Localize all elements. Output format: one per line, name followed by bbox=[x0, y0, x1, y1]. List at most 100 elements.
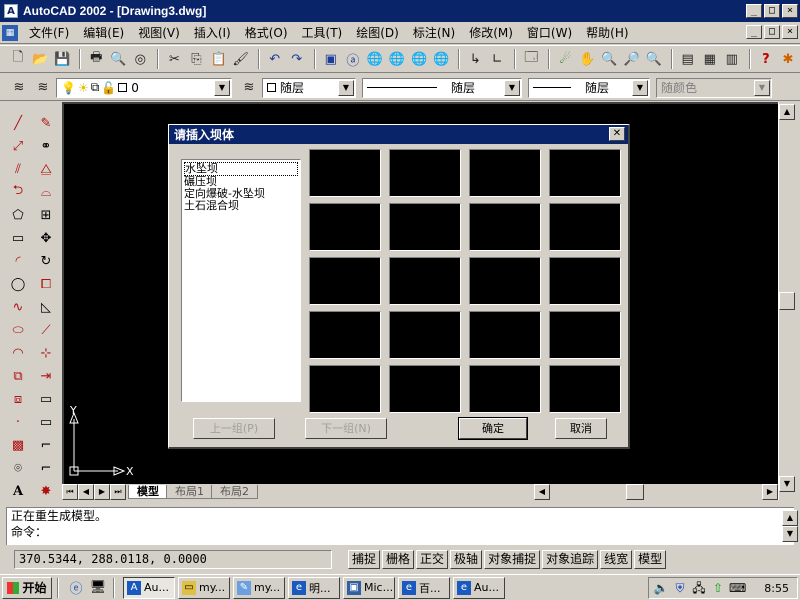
preview-cell[interactable] bbox=[469, 311, 541, 359]
preview-cell[interactable] bbox=[389, 203, 461, 251]
print-icon[interactable]: 🖶 bbox=[86, 48, 106, 70]
insert-block-icon[interactable]: ⧉ bbox=[6, 365, 30, 387]
globe-link-icon[interactable]: 🌐 bbox=[365, 48, 385, 70]
globe-search-icon[interactable]: 🌐 bbox=[387, 48, 407, 70]
menu-insert[interactable]: 插入(I) bbox=[187, 24, 238, 41]
preview-cell[interactable] bbox=[549, 203, 621, 251]
scroll-up-arrow-icon[interactable]: ▲ bbox=[779, 104, 795, 120]
task-autocad[interactable]: A Au... bbox=[123, 576, 175, 599]
make-block-icon[interactable]: ⧈ bbox=[6, 388, 30, 410]
rotate-icon[interactable]: ↻ bbox=[34, 250, 58, 272]
ucs-icon[interactable]: ↳ bbox=[465, 48, 485, 70]
circle-icon[interactable]: ◯ bbox=[6, 273, 30, 295]
layer-combo[interactable]: 💡 ☀ ⧉ 🔓 0 ▼ bbox=[56, 77, 232, 98]
express-tool-icon[interactable]: ✱ bbox=[778, 48, 798, 70]
doc-restore-button[interactable]: □ bbox=[764, 25, 780, 39]
preview-cell[interactable] bbox=[469, 365, 541, 413]
polar-toggle[interactable]: 极轴 bbox=[450, 549, 483, 569]
explode-icon[interactable]: ✸ bbox=[34, 480, 58, 502]
scroll-up-arrow-icon[interactable]: ▲ bbox=[782, 510, 798, 526]
menu-dimension[interactable]: 标注(N) bbox=[406, 24, 462, 41]
globe-point-icon[interactable]: 🌐 bbox=[409, 48, 429, 70]
multiline-icon[interactable]: ⫽ bbox=[6, 158, 30, 180]
preview-cell[interactable] bbox=[549, 149, 621, 197]
publish-icon[interactable]: ◎ bbox=[130, 48, 150, 70]
orbit-icon[interactable]: ☄ bbox=[555, 48, 575, 70]
angle-icon[interactable]: ∟ bbox=[487, 48, 507, 70]
polyline-icon[interactable]: ⮌ bbox=[6, 181, 30, 203]
save-icon[interactable]: 💾 bbox=[52, 48, 72, 70]
print-preview-icon[interactable]: 🔍 bbox=[108, 48, 128, 70]
tool-palette-icon[interactable]: ▥ bbox=[722, 48, 742, 70]
named-views-icon[interactable]: 🗔 bbox=[521, 48, 541, 70]
pan-icon[interactable]: ✋ bbox=[577, 48, 597, 70]
extend-icon[interactable]: ⇥ bbox=[34, 365, 58, 387]
network-icon[interactable]: 🖧 bbox=[691, 580, 707, 596]
ellipse-icon[interactable]: ⬭ bbox=[6, 319, 30, 341]
properties-icon[interactable]: ▤ bbox=[678, 48, 698, 70]
layer-manager-icon[interactable]: ≋ bbox=[8, 77, 30, 99]
dialog-close-icon[interactable]: ✕ bbox=[609, 127, 625, 141]
match-properties-icon[interactable]: 🖌 bbox=[231, 48, 251, 70]
design-center-icon[interactable]: ▣ bbox=[321, 48, 341, 70]
document-icon[interactable]: ▦ bbox=[2, 24, 18, 41]
command-window[interactable]: 正在重生成模型。 命令： bbox=[6, 507, 794, 545]
undo-icon[interactable]: ↶ bbox=[265, 48, 285, 70]
preview-cell[interactable] bbox=[389, 365, 461, 413]
new-file-icon[interactable]: 🗋 bbox=[8, 48, 28, 70]
break-at-point-icon[interactable]: ▭ bbox=[34, 411, 58, 433]
task-ie-2[interactable]: e 百... bbox=[398, 576, 450, 599]
menu-view[interactable]: 视图(V) bbox=[131, 24, 187, 41]
fillet-icon[interactable]: ⌐ bbox=[34, 457, 58, 479]
preview-cell[interactable] bbox=[309, 203, 381, 251]
start-button[interactable]: 开始 bbox=[2, 576, 52, 599]
task-ie-3[interactable]: e Au... bbox=[453, 576, 505, 599]
otrack-toggle[interactable]: 对象追踪 bbox=[542, 549, 599, 569]
multiline-text-icon[interactable]: A bbox=[6, 480, 30, 502]
cancel-button[interactable]: 取消 bbox=[555, 418, 607, 439]
adcenter-icon[interactable]: ▦ bbox=[700, 48, 720, 70]
preview-cell[interactable] bbox=[309, 365, 381, 413]
menu-help[interactable]: 帮助(H) bbox=[579, 24, 635, 41]
maximize-button[interactable]: □ bbox=[764, 4, 780, 18]
model-toggle[interactable]: 模型 bbox=[634, 549, 667, 569]
chevron-down-icon[interactable]: ▼ bbox=[214, 79, 230, 96]
preview-cell[interactable] bbox=[549, 257, 621, 305]
copy-object-icon[interactable]: ⚭ bbox=[34, 135, 58, 157]
paste-icon[interactable]: 📋 bbox=[209, 48, 229, 70]
mirror-icon[interactable]: ⧋ bbox=[34, 158, 58, 180]
arc-icon[interactable]: ◜ bbox=[6, 250, 30, 272]
help-icon[interactable]: ? bbox=[756, 48, 776, 70]
doc-minimize-button[interactable]: _ bbox=[746, 25, 762, 39]
zoom-previous-icon[interactable]: 🔍 bbox=[644, 48, 664, 70]
menu-window[interactable]: 窗口(W) bbox=[520, 24, 579, 41]
task-ie-1[interactable]: e 明... bbox=[288, 576, 340, 599]
ellipse-arc-icon[interactable]: ◠ bbox=[6, 342, 30, 364]
list-item[interactable]: 水坠坝 bbox=[184, 162, 298, 176]
linetype-combo[interactable]: 随层 ▼ bbox=[362, 77, 522, 98]
horizontal-scrollbar[interactable]: ◀ ▶ bbox=[266, 484, 778, 500]
lineweight-combo[interactable]: 随层 ▼ bbox=[528, 77, 650, 98]
coordinate-readout[interactable]: 370.5344, 288.0118, 0.0000 bbox=[14, 549, 332, 569]
prev-tab-arrow-icon[interactable]: ◀ bbox=[78, 484, 94, 500]
chevron-down-icon[interactable]: ▼ bbox=[504, 79, 520, 96]
autodesk-a-icon[interactable]: ⓐ bbox=[343, 48, 363, 70]
next-group-button[interactable]: 下一组(N) bbox=[305, 418, 387, 439]
shield-icon[interactable]: ⛨ bbox=[672, 580, 688, 596]
snap-toggle[interactable]: 捕捉 bbox=[348, 549, 381, 569]
scroll-down-arrow-icon[interactable]: ▼ bbox=[782, 526, 798, 542]
trim-icon[interactable]: ⊹ bbox=[34, 342, 58, 364]
tab-model[interactable]: 模型 bbox=[128, 485, 168, 499]
prev-group-button[interactable]: 上一组(P) bbox=[193, 418, 275, 439]
minimize-button[interactable]: _ bbox=[746, 4, 762, 18]
preview-cell[interactable] bbox=[389, 257, 461, 305]
make-object-layer-current-icon[interactable]: ≋ bbox=[238, 77, 260, 99]
open-folder-icon[interactable]: 📂 bbox=[30, 48, 50, 70]
move-icon[interactable]: ✥ bbox=[34, 227, 58, 249]
hatch-icon[interactable]: ▩ bbox=[6, 434, 30, 456]
chamfer-icon[interactable]: ⌐ bbox=[34, 434, 58, 456]
menu-tools[interactable]: 工具(T) bbox=[295, 24, 350, 41]
layer-previous-icon[interactable]: ≋ bbox=[32, 77, 54, 99]
preview-cell[interactable] bbox=[549, 311, 621, 359]
command-scrollbar[interactable]: ▲ ▼ bbox=[782, 510, 798, 544]
